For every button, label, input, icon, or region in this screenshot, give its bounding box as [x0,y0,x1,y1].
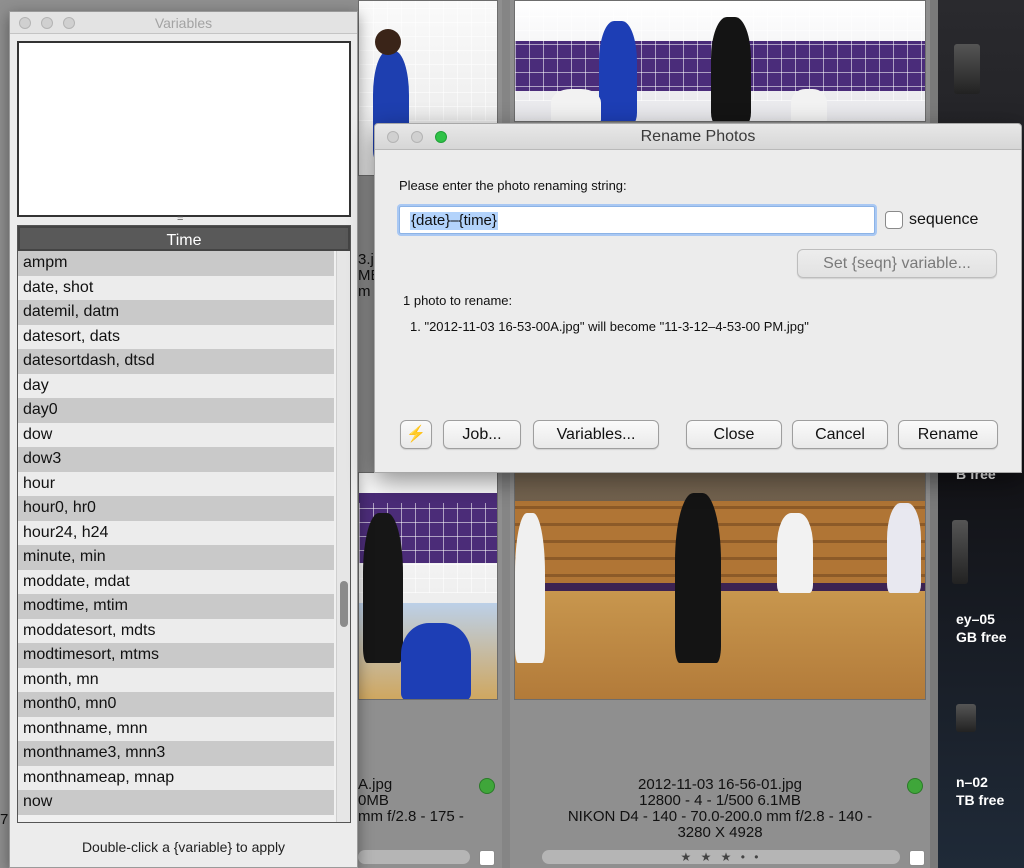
rename-prompt-label: Please enter the photo renaming string: [399,178,627,193]
volume-name: n–02 [956,774,988,790]
photo-caption-fragment: 7 [0,811,9,828]
drive-icon [954,44,980,94]
photo-caption: A.jpg 0MB mm f/2.8 - 175 - [358,776,464,825]
splitter-handle[interactable]: = [177,213,183,225]
variable-list-item[interactable]: dow3 [18,447,334,472]
variable-list-item[interactable]: day0 [18,398,334,423]
variable-list-item[interactable]: date, shot [18,275,334,300]
lightning-button[interactable]: ⚡ [400,420,432,449]
volume-name: ey–05 [956,611,995,627]
variable-list-item[interactable]: datesortdash, dtsd [18,349,334,374]
variable-list-item[interactable]: minute, min [18,545,334,570]
photo-count-label: 1 photo to rename: [403,293,513,308]
variable-list-item[interactable]: month0, mn0 [18,692,334,717]
job-button[interactable]: Job... [443,420,521,449]
cancel-button[interactable]: Cancel [792,420,888,449]
rename-string-input[interactable] [399,206,875,234]
rename-button[interactable]: Rename [898,420,998,449]
variable-list-item[interactable]: moddate, mdat [18,569,334,594]
variable-list-item[interactable]: hour0, hr0 [18,496,334,521]
photo-thumbnail[interactable] [514,0,926,122]
scrollbar-thumb[interactable] [340,581,348,627]
variable-list-item[interactable]: modtimesort, mtms [18,643,334,668]
set-seqn-button[interactable]: Set {seqn} variable... [797,249,997,278]
scrollbar[interactable] [336,251,350,822]
window-title: Variables [154,15,213,31]
rename-preview-line: 1. "2012-11-03 16-53-00A.jpg" will becom… [410,319,809,334]
variables-button[interactable]: Variables... [533,420,659,449]
volume-free-label: GB free [956,629,1007,645]
close-button[interactable]: Close [686,420,782,449]
select-checkbox[interactable] [909,850,925,866]
variables-list: Time ampm date, shot datemil, datm datesort… [17,225,351,823]
list-header[interactable]: Time [18,226,350,251]
variable-list-item[interactable]: monthname, mnn [18,716,334,741]
photo-thumbnail[interactable] [358,472,498,700]
variable-list-item[interactable]: dow [18,422,334,447]
drive-icon [952,520,968,584]
apply-hint: Double-click a {variable} to apply [81,839,286,855]
sequence-label[interactable]: sequence [909,211,978,229]
variable-list-item[interactable]: day [18,373,334,398]
volume-free-label: TB free [956,792,1005,808]
dialog-title: Rename Photos [640,128,756,145]
variable-list-item[interactable]: now [18,790,334,815]
lightning-icon: ⚡ [406,426,426,443]
photo-thumbnail-selected[interactable] [514,472,926,700]
variable-preview-area [17,41,351,217]
drive-icon [956,704,976,732]
variable-list-item[interactable]: monthnameap, mnap [18,765,334,790]
variables-window: Variables = Time ampm date, shot datemil, … [9,11,358,868]
variable-list-item[interactable]: datemil, datm [18,300,334,325]
rating-bar[interactable] [358,850,470,864]
variable-list-item[interactable]: ampm [18,251,334,276]
variable-list-item[interactable]: hour [18,471,334,496]
sequence-checkbox[interactable] [885,211,903,229]
variable-list-item[interactable]: monthname3, mnn3 [18,741,334,766]
variable-list-item[interactable]: moddatesort, mdts [18,618,334,643]
rename-photos-dialog: Rename Photos Please enter the photo ren… [374,123,1022,473]
rating-bar[interactable]: ★ ★ ★ • • [542,850,900,864]
photo-caption: 2012-11-03 16-56-01.jpg 12800 - 4 - 1/50… [567,776,873,841]
variable-items: ampm date, shot datemil, datm datesort, dat… [18,251,334,815]
select-checkbox[interactable] [479,850,495,866]
variable-list-item[interactable]: datesort, dats [18,324,334,349]
variable-list-item[interactable]: month, mn [18,667,334,692]
dialog-titlebar[interactable]: Rename Photos [375,124,1021,150]
status-indicator [907,778,923,794]
variable-list-item[interactable]: modtime, mtim [18,594,334,619]
variable-list-item[interactable]: hour24, h24 [18,520,334,545]
variables-titlebar[interactable]: Variables [10,12,357,34]
status-indicator [479,778,495,794]
